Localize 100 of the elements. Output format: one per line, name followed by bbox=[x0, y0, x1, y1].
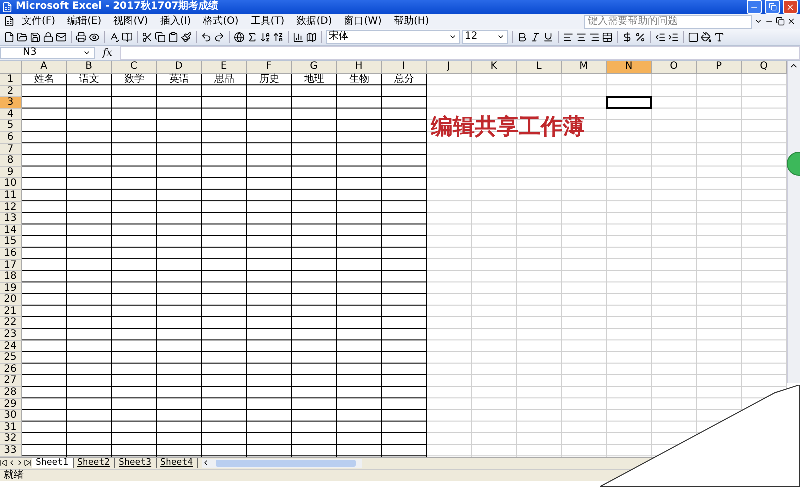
workbook-icon[interactable] bbox=[4, 16, 15, 27]
menu-item[interactable]: 编辑(E) bbox=[62, 14, 107, 28]
preview-icon[interactable] bbox=[89, 32, 100, 42]
row-header[interactable]: 3 bbox=[0, 97, 22, 109]
row-header[interactable]: 30 bbox=[0, 410, 22, 422]
italic-icon[interactable] bbox=[530, 32, 541, 42]
underline-icon[interactable] bbox=[543, 32, 554, 42]
function-label[interactable]: fx bbox=[99, 48, 116, 58]
sort-ascending-icon[interactable] bbox=[260, 32, 271, 42]
row-header[interactable]: 22 bbox=[0, 317, 22, 330]
column-header[interactable]: E bbox=[202, 61, 247, 74]
row-header[interactable]: 26 bbox=[0, 364, 22, 376]
row-header[interactable]: 7 bbox=[0, 144, 22, 156]
dropdown-icon[interactable] bbox=[754, 17, 763, 26]
column-header[interactable]: G bbox=[292, 61, 337, 74]
map-icon[interactable] bbox=[306, 32, 317, 42]
row-header[interactable]: 32 bbox=[0, 433, 22, 445]
fill-color-icon[interactable] bbox=[701, 32, 712, 42]
column-header[interactable]: P bbox=[697, 61, 742, 74]
font-dropdown[interactable]: 宋体 bbox=[326, 30, 460, 44]
column-header[interactable]: L bbox=[517, 61, 562, 74]
row-header[interactable]: 2 bbox=[0, 86, 22, 98]
folder-icon[interactable] bbox=[17, 32, 28, 42]
sheet-tab[interactable]: Sheet1 bbox=[32, 458, 74, 468]
column-header[interactable]: H bbox=[337, 61, 382, 74]
menu-item[interactable]: 文件(F) bbox=[17, 14, 61, 28]
brush-icon[interactable] bbox=[181, 32, 192, 42]
percent-icon[interactable] bbox=[635, 32, 646, 42]
row-header[interactable]: 29 bbox=[0, 398, 22, 410]
minimize-button[interactable] bbox=[747, 0, 762, 14]
column-header[interactable]: B bbox=[67, 61, 112, 74]
menu-item[interactable]: 插入(I) bbox=[155, 14, 196, 28]
row-header[interactable]: 15 bbox=[0, 236, 22, 248]
row-header[interactable]: 25 bbox=[0, 352, 22, 364]
merge-icon[interactable] bbox=[602, 32, 613, 42]
menu-item[interactable]: 帮助(H) bbox=[388, 14, 434, 28]
book-icon[interactable] bbox=[122, 32, 133, 42]
row-header[interactable]: 9 bbox=[0, 166, 22, 178]
row-header[interactable]: 21 bbox=[0, 306, 22, 318]
selected-cell[interactable] bbox=[606, 96, 652, 109]
row-header[interactable]: 10 bbox=[0, 178, 22, 190]
print-icon[interactable] bbox=[76, 32, 87, 42]
column-header[interactable]: D bbox=[157, 61, 202, 74]
row-header[interactable]: 23 bbox=[0, 329, 22, 341]
font-color-icon[interactable] bbox=[714, 32, 725, 42]
copy-icon[interactable] bbox=[155, 32, 166, 42]
horizontal-scrollbar[interactable] bbox=[202, 458, 362, 468]
row-header[interactable]: 5 bbox=[0, 120, 22, 132]
next-sheet-icon[interactable] bbox=[16, 459, 24, 468]
outdent-icon[interactable] bbox=[655, 32, 666, 42]
column-header[interactable]: Q bbox=[742, 61, 787, 74]
row-header[interactable]: 13 bbox=[0, 213, 22, 225]
column-header[interactable]: J bbox=[427, 61, 472, 74]
column-header[interactable]: O bbox=[652, 61, 697, 74]
column-header[interactable]: I bbox=[382, 61, 427, 74]
row-header[interactable]: 12 bbox=[0, 202, 22, 214]
cut-icon[interactable] bbox=[142, 32, 153, 42]
row-header[interactable]: 8 bbox=[0, 155, 22, 167]
first-sheet-icon[interactable] bbox=[0, 459, 8, 468]
lock-icon[interactable] bbox=[43, 32, 54, 42]
row-header[interactable]: 28 bbox=[0, 387, 22, 399]
column-header[interactable]: C bbox=[112, 61, 157, 74]
menu-item[interactable]: 格式(O) bbox=[198, 14, 244, 28]
new-icon[interactable] bbox=[4, 32, 15, 42]
column-header[interactable]: A bbox=[22, 61, 67, 74]
indent-icon[interactable] bbox=[668, 32, 679, 42]
help-search-field[interactable]: 键入需要帮助的问题 bbox=[584, 14, 752, 28]
mail-icon[interactable] bbox=[56, 32, 67, 42]
sum-icon[interactable] bbox=[247, 32, 258, 42]
chart-icon[interactable] bbox=[293, 32, 304, 42]
align-left-icon[interactable] bbox=[563, 32, 574, 42]
sheet-tab[interactable]: Sheet3 bbox=[115, 458, 157, 468]
spelling-icon[interactable] bbox=[109, 32, 120, 42]
restore-button[interactable] bbox=[765, 0, 780, 14]
sheet-tab[interactable]: Sheet4 bbox=[156, 458, 198, 468]
row-header[interactable]: 31 bbox=[0, 422, 22, 434]
menu-item[interactable]: 数据(D) bbox=[292, 14, 338, 28]
globe-icon[interactable] bbox=[234, 32, 245, 42]
column-header[interactable]: M bbox=[562, 61, 607, 74]
previous-sheet-icon[interactable] bbox=[8, 459, 16, 468]
row-header[interactable]: 24 bbox=[0, 340, 22, 352]
align-right-icon[interactable] bbox=[589, 32, 600, 42]
restore-icon[interactable] bbox=[776, 17, 785, 26]
row-header[interactable]: 19 bbox=[0, 282, 22, 294]
menu-item[interactable]: 工具(T) bbox=[246, 14, 290, 28]
row-header[interactable]: 1 bbox=[0, 74, 22, 86]
sort-descending-icon[interactable] bbox=[273, 32, 284, 42]
formula-field[interactable] bbox=[120, 46, 800, 60]
font-size-dropdown[interactable]: 12 bbox=[462, 30, 508, 44]
menu-item[interactable]: 窗口(W) bbox=[339, 14, 387, 28]
redo-icon[interactable] bbox=[214, 32, 225, 42]
row-header[interactable]: 17 bbox=[0, 260, 22, 272]
column-header[interactable]: K bbox=[472, 61, 517, 74]
close-button[interactable] bbox=[783, 0, 798, 14]
row-header[interactable]: 18 bbox=[0, 271, 22, 283]
row-header[interactable]: 27 bbox=[0, 375, 22, 388]
row-header[interactable]: 4 bbox=[0, 108, 22, 120]
paste-icon[interactable] bbox=[168, 32, 179, 42]
row-header[interactable]: 14 bbox=[0, 224, 22, 236]
row-header[interactable]: 6 bbox=[0, 132, 22, 144]
